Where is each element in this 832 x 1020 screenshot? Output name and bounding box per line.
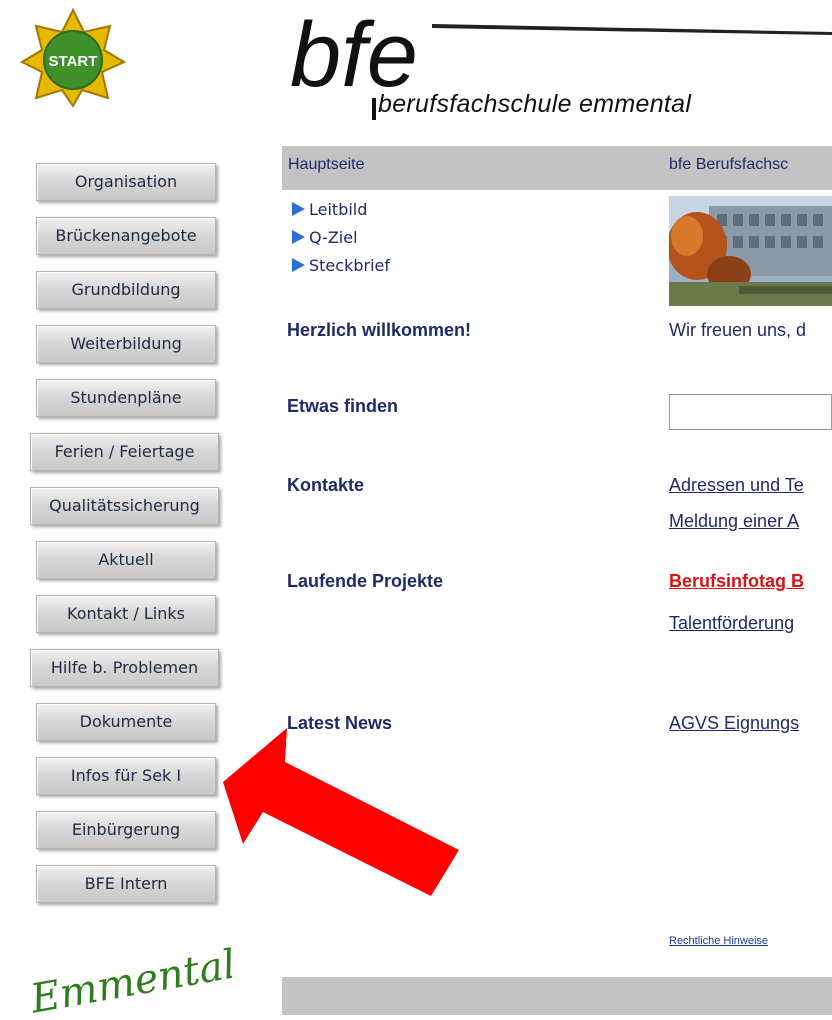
nav-grundbildung[interactable]: Grundbildung	[36, 271, 216, 309]
nav-einbuergerung[interactable]: Einbürgerung	[36, 811, 216, 849]
nav-aktuell[interactable]: Aktuell	[36, 541, 216, 579]
link-adressen-telefon[interactable]: Adressen und Te	[669, 475, 804, 496]
nav-stundenplaene[interactable]: Stundenpläne	[36, 379, 216, 417]
start-button[interactable]: START	[19, 7, 127, 108]
nav-weiterbildung[interactable]: Weiterbildung	[36, 325, 216, 363]
contacts-label: Kontakte	[287, 475, 365, 495]
link-steckbrief[interactable]: Steckbrief	[292, 256, 390, 286]
footer-bar	[282, 977, 832, 1015]
link-leitbild[interactable]: Leitbild	[292, 200, 390, 230]
svg-text:Emmental: Emmental	[26, 945, 232, 1015]
red-arrow-annotation	[215, 720, 465, 900]
nav-qualitaetssicherung[interactable]: Qualitätssicherung	[30, 487, 219, 525]
header-hauptseite[interactable]: Hauptseite	[288, 156, 365, 174]
nav-ferien-feiertage[interactable]: Ferien / Feiertage	[30, 433, 219, 471]
logo-subtitle: berufsfachschule emmental	[378, 90, 692, 118]
nav-infos-sek-i[interactable]: Infos für Sek I	[36, 757, 216, 795]
nav-kontakt-links[interactable]: Kontakt / Links	[36, 595, 216, 633]
welcome-text: Wir freuen uns, d	[669, 320, 807, 340]
start-label: START	[49, 53, 98, 70]
nav-organisation[interactable]: Organisation	[36, 163, 216, 201]
link-berufsinfotag[interactable]: Berufsinfotag B	[669, 571, 804, 592]
link-q-ziel[interactable]: Q-Ziel	[292, 228, 390, 258]
nav-dokumente[interactable]: Dokumente	[36, 703, 216, 741]
header-page-title: bfe Berufsfachsc	[669, 156, 789, 173]
legal-notice-link[interactable]: Rechtliche Hinweise	[669, 935, 768, 947]
link-talentfoerderung[interactable]: Talentförderung	[669, 613, 794, 634]
welcome-label: Herzlich willkommen!	[287, 320, 472, 340]
triangle-right-icon	[292, 202, 305, 216]
triangle-right-icon	[292, 230, 305, 244]
nav-brueckenangebote[interactable]: Brückenangebote	[36, 217, 216, 255]
nav-hilfe-probleme[interactable]: Hilfe b. Problemen	[30, 649, 219, 687]
emmental-logo: Emmental	[22, 941, 239, 1020]
search-input[interactable]	[669, 394, 832, 430]
sub-links: Leitbild Q-Ziel Steckbrief	[292, 200, 390, 286]
school-building-photo	[669, 196, 832, 306]
link-meldung[interactable]: Meldung einer A	[669, 511, 799, 532]
search-label: Etwas finden	[287, 396, 399, 416]
link-agvs-eignungstest[interactable]: AGVS Eignungs	[669, 713, 799, 734]
triangle-right-icon	[292, 258, 305, 272]
projects-label: Laufende Projekte	[287, 571, 444, 591]
header-bar: Hauptseite bfe Berufsfachsc	[282, 146, 832, 190]
nav-bfe-intern[interactable]: BFE Intern	[36, 865, 216, 903]
